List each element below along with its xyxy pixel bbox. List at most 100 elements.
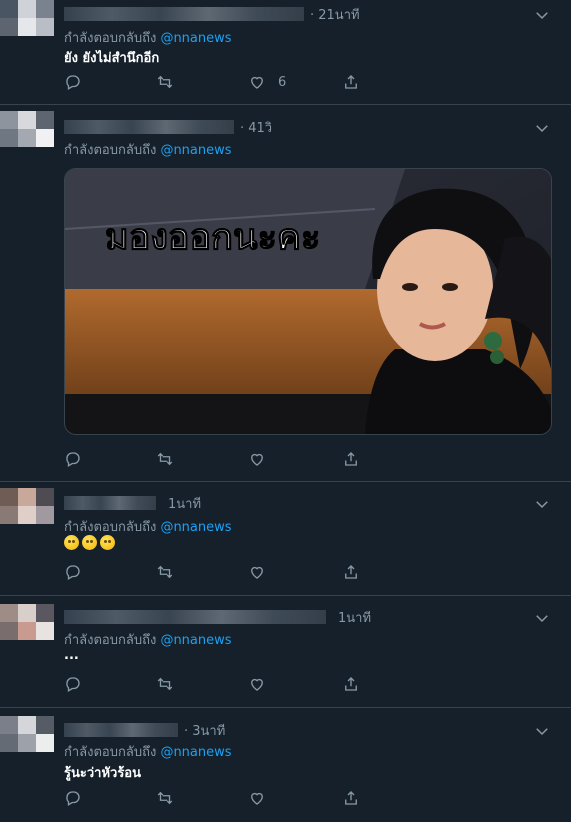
tweet-time[interactable]: 1นาที bbox=[168, 493, 201, 514]
tweet-actions bbox=[64, 674, 364, 694]
reply-prefix: กำลังตอบกลับถึง bbox=[64, 745, 157, 760]
like-button[interactable] bbox=[248, 788, 266, 808]
chevron-down-icon[interactable] bbox=[533, 6, 551, 24]
reply-context: กำลังตอบกลับถึง @nnanews bbox=[64, 139, 232, 160]
like-icon bbox=[251, 792, 263, 805]
share-icon bbox=[345, 791, 357, 805]
reply-context: กำลังตอบกลับถึง @nnanews bbox=[64, 27, 232, 48]
retweet-icon bbox=[157, 452, 173, 466]
tweet-time[interactable]: · 3นาที bbox=[184, 720, 225, 741]
like-icon bbox=[251, 678, 263, 691]
tweet-actions: 6 bbox=[64, 72, 364, 92]
reply-button[interactable] bbox=[64, 674, 82, 694]
avatar[interactable] bbox=[0, 111, 54, 165]
blurred-username[interactable] bbox=[64, 723, 178, 737]
reply-icon bbox=[66, 452, 80, 467]
retweet-button[interactable] bbox=[156, 674, 174, 694]
retweet-button[interactable] bbox=[156, 562, 174, 582]
reply-handle-link[interactable]: @nnanews bbox=[160, 633, 231, 648]
blurred-username[interactable] bbox=[64, 496, 156, 510]
reply-icon bbox=[66, 565, 80, 580]
reply-button[interactable] bbox=[64, 562, 82, 582]
chevron-down-icon[interactable] bbox=[533, 119, 551, 137]
like-button[interactable] bbox=[248, 674, 266, 694]
reply-button[interactable] bbox=[64, 788, 82, 808]
tweet-text-emojis bbox=[64, 535, 118, 550]
share-icon bbox=[345, 677, 357, 691]
retweet-icon bbox=[157, 565, 173, 579]
reply-handle-link[interactable]: @nnanews bbox=[160, 520, 231, 535]
tweet-header: 1นาที bbox=[64, 493, 201, 513]
retweet-button[interactable] bbox=[156, 72, 174, 92]
share-icon bbox=[345, 75, 357, 89]
reply-icon bbox=[66, 75, 80, 90]
share-button[interactable] bbox=[342, 562, 360, 582]
avatar[interactable] bbox=[0, 716, 54, 770]
like-icon bbox=[251, 453, 263, 466]
reply-icon bbox=[66, 677, 80, 692]
tweet[interactable]: · 41วิ กำลังตอบกลับถึง @nnanews มองออกนะ… bbox=[0, 105, 571, 482]
retweet-icon bbox=[157, 75, 173, 89]
tweet-header: 1นาที bbox=[64, 607, 371, 627]
reply-context: กำลังตอบกลับถึง @nnanews bbox=[64, 516, 232, 537]
reply-prefix: กำลังตอบกลับถึง bbox=[64, 31, 157, 46]
tweet-text: ... bbox=[64, 648, 79, 663]
tweet-header: · 21นาที bbox=[64, 4, 360, 24]
reply-context: กำลังตอบกลับถึง @nnanews bbox=[64, 741, 232, 762]
tweet-time[interactable]: 1นาที bbox=[338, 607, 371, 628]
reply-handle-link[interactable]: @nnanews bbox=[160, 143, 231, 158]
blurred-username[interactable] bbox=[64, 610, 326, 624]
share-button[interactable] bbox=[342, 674, 360, 694]
chevron-down-icon[interactable] bbox=[533, 609, 551, 627]
blurred-username[interactable] bbox=[64, 120, 234, 134]
reply-handle-link[interactable]: @nnanews bbox=[160, 745, 231, 760]
share-icon bbox=[345, 565, 357, 579]
tweet[interactable]: 1นาที กำลังตอบกลับถึง @nnanews bbox=[0, 482, 571, 596]
like-button[interactable]: 6 bbox=[248, 72, 286, 92]
like-count: 6 bbox=[278, 74, 287, 90]
chevron-down-icon[interactable] bbox=[533, 722, 551, 740]
like-icon bbox=[251, 566, 263, 579]
tweet-time[interactable]: · 41วิ bbox=[240, 117, 272, 138]
tweet-time[interactable]: · 21นาที bbox=[310, 4, 360, 25]
share-button[interactable] bbox=[342, 788, 360, 808]
like-button[interactable] bbox=[248, 562, 266, 582]
tweet[interactable]: · 3นาที กำลังตอบกลับถึง @nnanews รู้นะว่… bbox=[0, 708, 571, 822]
like-icon bbox=[251, 76, 263, 89]
tweet-actions bbox=[64, 788, 364, 808]
reply-button[interactable] bbox=[64, 449, 82, 469]
share-button[interactable] bbox=[342, 449, 360, 469]
reply-handle-link[interactable]: @nnanews bbox=[160, 31, 231, 46]
tweet-text: รู้นะว่าหัวร้อน bbox=[64, 766, 141, 781]
share-button[interactable] bbox=[342, 72, 360, 92]
share-icon bbox=[345, 452, 357, 466]
reply-prefix: กำลังตอบกลับถึง bbox=[64, 143, 157, 158]
tweet-header: · 3นาที bbox=[64, 720, 225, 740]
reply-button[interactable] bbox=[64, 72, 82, 92]
chevron-down-icon[interactable] bbox=[533, 495, 551, 513]
reply-prefix: กำลังตอบกลับถึง bbox=[64, 633, 157, 648]
avatar[interactable] bbox=[0, 488, 54, 542]
tweet-media-image[interactable]: มองออกนะคะ bbox=[64, 168, 552, 435]
reply-prefix: กำลังตอบกลับถึง bbox=[64, 520, 157, 535]
tweet-actions bbox=[64, 449, 364, 469]
tweet-header: · 41วิ bbox=[64, 117, 272, 137]
emoji-face-icon bbox=[82, 535, 97, 550]
tweet-actions bbox=[64, 562, 364, 582]
tweet[interactable]: 1นาที กำลังตอบกลับถึง @nnanews ... bbox=[0, 596, 571, 708]
retweet-icon bbox=[157, 677, 173, 691]
retweet-icon bbox=[157, 791, 173, 805]
avatar[interactable] bbox=[0, 0, 54, 54]
like-button[interactable] bbox=[248, 449, 266, 469]
reply-context: กำลังตอบกลับถึง @nnanews bbox=[64, 629, 232, 650]
emoji-face-icon bbox=[64, 535, 79, 550]
tweet[interactable]: · 21นาที กำลังตอบกลับถึง @nnanews ยัง ยั… bbox=[0, 0, 571, 105]
reply-icon bbox=[66, 791, 80, 806]
blurred-username[interactable] bbox=[64, 7, 304, 21]
retweet-button[interactable] bbox=[156, 788, 174, 808]
retweet-button[interactable] bbox=[156, 449, 174, 469]
media-caption: มองออกนะคะ bbox=[105, 217, 320, 258]
avatar[interactable] bbox=[0, 604, 54, 658]
media-illustration: มองออกนะคะ bbox=[65, 169, 551, 434]
tweet-text: ยัง ยังไม่สำนึกอีก bbox=[64, 51, 160, 66]
